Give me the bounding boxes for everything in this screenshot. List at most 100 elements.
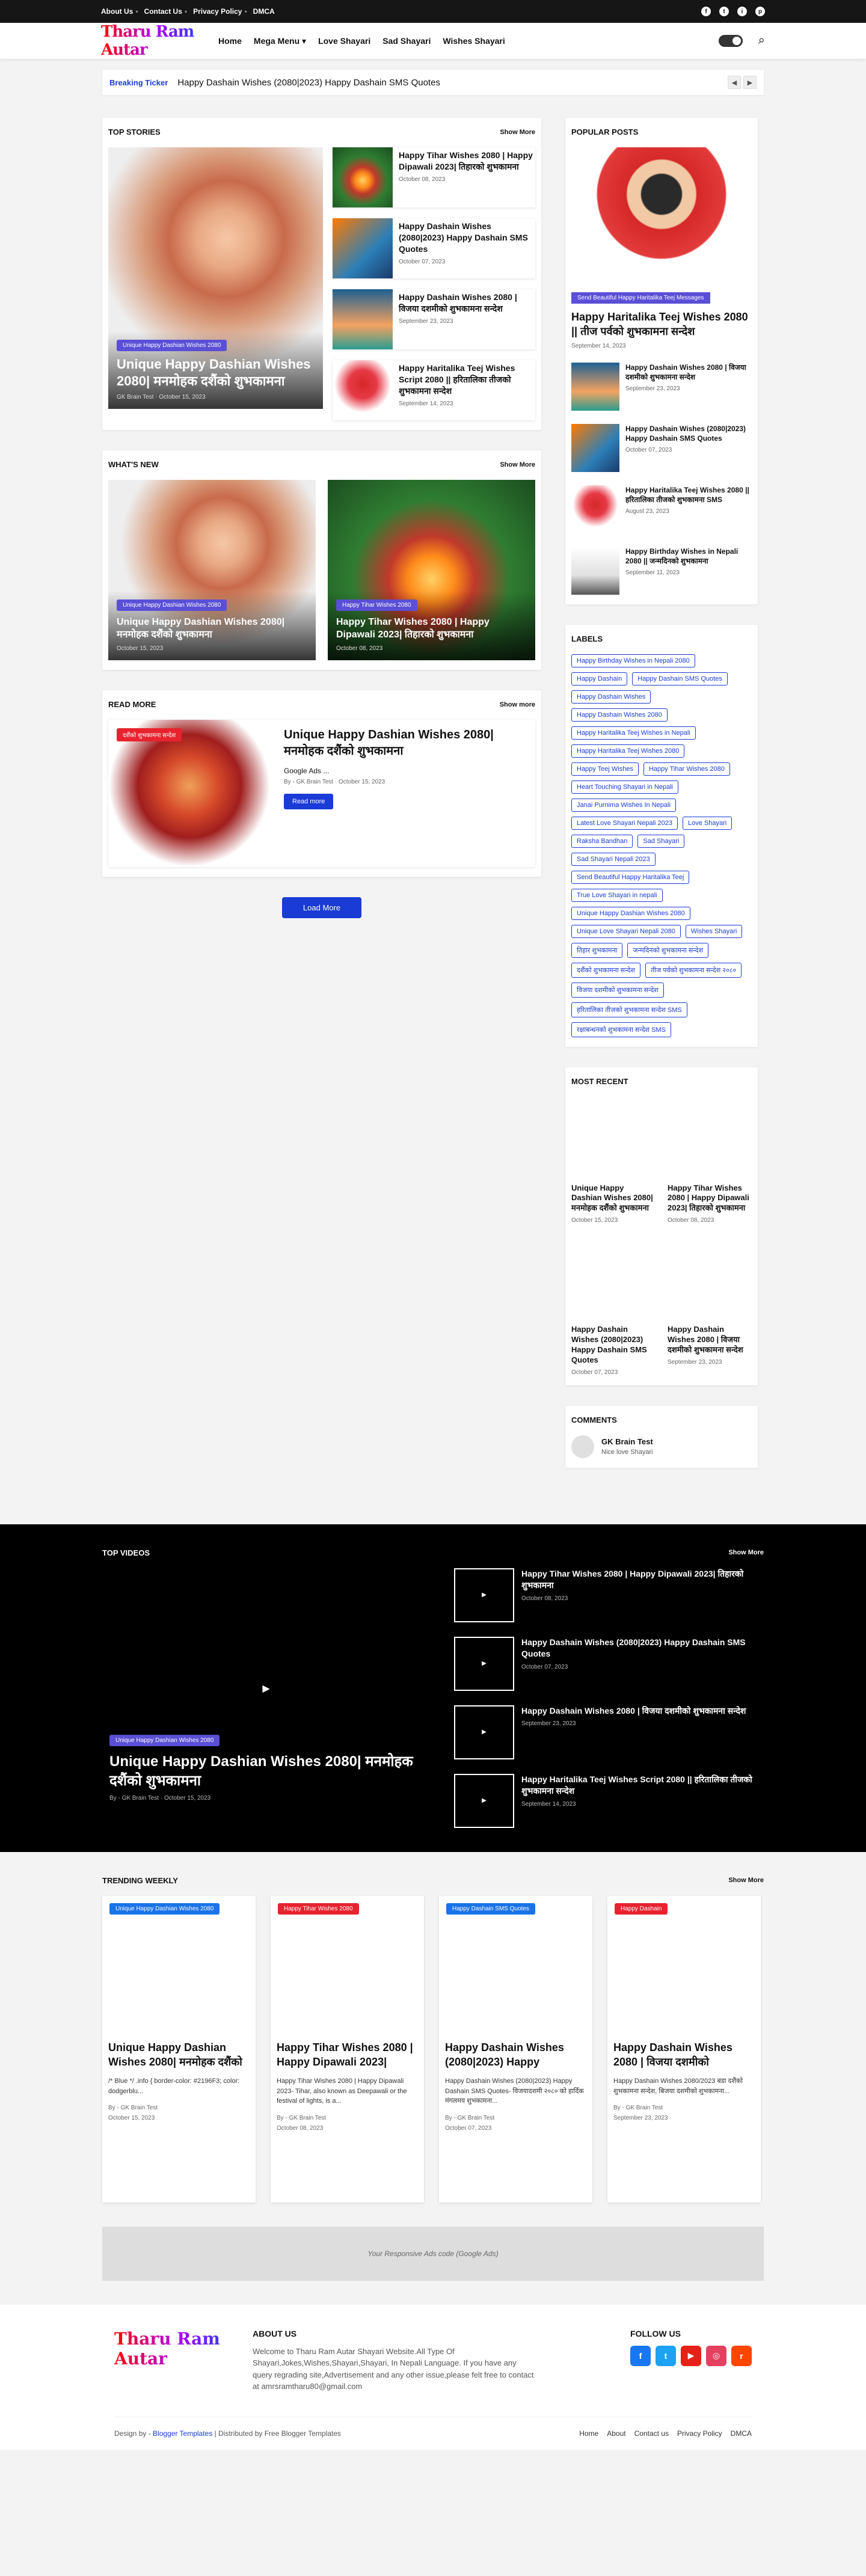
top-link-dmca[interactable]: DMCA: [253, 7, 275, 16]
post-title[interactable]: Happy Dashain Wishes 2080 | विजया दशमीको…: [625, 363, 752, 382]
post-title[interactable]: Happy Dashain Wishes (2080|2023) Happy D…: [521, 1637, 764, 1660]
post-thumbnail[interactable]: Send Beautiful Happy Haritalika Teej Mes…: [571, 147, 752, 304]
list-item[interactable]: ▶ Happy Tihar Wishes 2080 | Happy Dipawal…: [454, 1568, 764, 1622]
twitter-icon[interactable]: t: [656, 2345, 676, 2366]
list-item[interactable]: Unique Happy Dashian Wishes 2080| मनमोहक…: [571, 1096, 656, 1224]
blogger-templates-link[interactable]: Blogger Templates: [153, 2429, 212, 2438]
category-badge[interactable]: Happy Tihar Wishes 2080: [278, 1903, 359, 1915]
label-tag[interactable]: Happy Teej Wishes: [571, 762, 639, 776]
post-thumbnail[interactable]: Happy Dashain: [607, 1896, 761, 2034]
dark-mode-toggle[interactable]: [718, 34, 743, 47]
play-icon[interactable]: ▶: [454, 1705, 514, 1759]
nav-home[interactable]: Home: [218, 36, 242, 46]
post-title[interactable]: Unique Happy Dashian Wishes 2080| मनमोहक…: [571, 1183, 656, 1214]
post-title[interactable]: Happy Tihar Wishes 2080 | Happy Dipawali…: [277, 2040, 418, 2070]
play-icon[interactable]: ▶: [454, 1568, 514, 1622]
post-thumbnail[interactable]: [668, 1096, 752, 1180]
label-tag[interactable]: Happy Haritalika Teej Wishes in Nepali: [571, 726, 696, 740]
post-title[interactable]: Happy Dashain Wishes 2080 | विजया दशमीको…: [521, 1705, 746, 1717]
list-item[interactable]: Happy Dashain Wishes 2080 | विजया दशमीको…: [571, 362, 752, 411]
load-more-button[interactable]: Load More: [282, 897, 361, 918]
pinterest-icon[interactable]: p: [755, 7, 765, 16]
search-icon[interactable]: ⌕: [758, 34, 765, 48]
label-tag[interactable]: Happy Dashain SMS Quotes: [632, 672, 728, 685]
label-tag[interactable]: जन्मदिनको शुभकामना सन्देश: [627, 942, 709, 958]
post-title[interactable]: Happy Dashain Wishes (2080|2023) Happy: [445, 2040, 586, 2070]
featured-video[interactable]: ▶ Unique Happy Dashian Wishes 2080 Uniqu…: [102, 1568, 430, 1809]
label-tag[interactable]: तीज पर्वको शुभकामना सन्देश २०८०: [645, 962, 742, 978]
list-item[interactable]: Happy Dashain Wishes (2080|2023) Happy D…: [333, 218, 535, 278]
post-title[interactable]: Happy Haritalika Teej Wishes 2080 || हरि…: [625, 485, 752, 504]
label-tag[interactable]: Latest Love Shayari Nepali 2023: [571, 816, 678, 830]
post-title[interactable]: Unique Happy Dashian Wishes 2080| मनमोहक…: [284, 727, 530, 759]
comment-item[interactable]: GK Brain Test Nice love Shayari: [571, 1435, 752, 1458]
label-tag[interactable]: Sad Shayari: [637, 834, 685, 848]
label-tag[interactable]: Heart Touching Shayari in Nepali: [571, 780, 678, 794]
show-more-link[interactable]: Show More: [500, 129, 535, 136]
list-item[interactable]: ▶ Happy Dashain Wishes 2080 | विजया दशमीक…: [454, 1705, 764, 1759]
post-thumbnail[interactable]: [571, 423, 619, 472]
category-badge[interactable]: Happy Dashain: [615, 1903, 668, 1915]
footer-link-privacy[interactable]: Privacy Policy: [677, 2429, 722, 2438]
post-title[interactable]: Unique Happy Dashian Wishes 2080| मनमोहक…: [117, 356, 315, 390]
post-thumbnail[interactable]: [333, 218, 393, 278]
label-tag[interactable]: दशैंको शुभकामना सन्देश: [571, 962, 640, 978]
post-title[interactable]: Happy Tihar Wishes 2080 | Happy Dipawali…: [521, 1568, 764, 1592]
footer-link-dmca[interactable]: DMCA: [731, 2429, 752, 2438]
list-item[interactable]: Happy Tihar Wishes 2080 | Happy Dipawali…: [668, 1096, 752, 1224]
post-title[interactable]: Unique Happy Dashian Wishes 2080| मनमोहक…: [117, 616, 307, 642]
post-thumbnail[interactable]: [571, 1238, 656, 1322]
post-title[interactable]: Happy Dashain Wishes (2080|2023) Happy D…: [625, 424, 752, 443]
facebook-icon[interactable]: f: [701, 7, 711, 16]
list-item[interactable]: Happy Birthday Wishes in Nepali 2080 || …: [571, 546, 752, 595]
facebook-icon[interactable]: f: [630, 2345, 651, 2366]
ticker-prev-icon[interactable]: ◀: [728, 76, 741, 89]
post-thumbnail[interactable]: [333, 360, 393, 420]
post-thumbnail[interactable]: दशैंको शुभकामना सन्देश: [108, 720, 271, 867]
show-more-link[interactable]: Show More: [728, 1549, 764, 1556]
post-title[interactable]: Happy Tihar Wishes 2080 | Happy Dipawali…: [399, 147, 535, 173]
post-thumbnail[interactable]: [571, 362, 619, 411]
label-tag[interactable]: True Love Shayari in nepali: [571, 888, 663, 902]
post-title[interactable]: Happy Tihar Wishes 2080 | Happy Dipawali…: [668, 1183, 752, 1214]
list-item[interactable]: Happy Dashain Wishes (2080|2023) Happy D…: [571, 1238, 656, 1376]
nav-mega-menu[interactable]: Mega Menu ▾: [254, 36, 306, 46]
post-thumbnail[interactable]: Happy Dashain SMS Quotes: [439, 1896, 592, 2034]
youtube-icon[interactable]: ▶: [681, 2345, 701, 2366]
list-item[interactable]: ▶ Happy Haritalika Teej Wishes Script 208…: [454, 1773, 764, 1828]
site-logo[interactable]: Tharu Ram Autar: [101, 23, 212, 59]
footer-link-home[interactable]: Home: [579, 2429, 598, 2438]
top-link-privacy[interactable]: Privacy Policy: [193, 7, 242, 16]
nav-wishes-shayari[interactable]: Wishes Shayari: [443, 36, 505, 46]
post-title[interactable]: Happy Dashain Wishes (2080|2023) Happy D…: [399, 218, 535, 255]
label-tag[interactable]: Love Shayari: [683, 816, 732, 830]
label-tag[interactable]: तिहार शुभकामना: [571, 942, 623, 958]
post-thumbnail[interactable]: [571, 546, 619, 595]
post-title[interactable]: Happy Haritalika Teej Wishes 2080 || तीज…: [571, 310, 752, 339]
category-badge[interactable]: Unique Happy Dashian Wishes 2080: [117, 599, 227, 611]
label-tag[interactable]: Happy Tihar Wishes 2080: [643, 762, 730, 776]
post-thumbnail[interactable]: [333, 289, 393, 349]
category-badge[interactable]: Unique Happy Dashian Wishes 2080: [109, 1735, 220, 1747]
post-title[interactable]: Happy Dashain Wishes (2080|2023) Happy D…: [571, 1325, 656, 1366]
post-card[interactable]: Happy Tihar Wishes 2080 Happy Tihar Wishe…: [271, 1895, 424, 2203]
read-more-button[interactable]: Read more: [284, 794, 334, 809]
post-thumbnail[interactable]: Happy Tihar Wishes 2080: [271, 1896, 424, 2034]
label-tag[interactable]: Wishes Shayari: [685, 924, 743, 938]
label-tag[interactable]: Unique Love Shayari Nepali 2080: [571, 924, 681, 938]
post-title[interactable]: Happy Haritalika Teej Wishes Script 2080…: [521, 1774, 764, 1797]
list-item[interactable]: Happy Dashain Wishes 2080 | विजया दशमीको…: [668, 1238, 752, 1376]
label-tag[interactable]: रक्षाबन्धनको शुभकामना सन्देश SMS: [571, 1022, 671, 1037]
post-title[interactable]: Unique Happy Dashian Wishes 2080| मनमोहक…: [109, 1752, 430, 1791]
post-title[interactable]: Happy Birthday Wishes in Nepali 2080 || …: [625, 547, 752, 566]
post-title[interactable]: Unique Happy Dashian Wishes 2080| मनमोहक…: [108, 2040, 250, 2070]
category-badge[interactable]: Send Beautiful Happy Haritalika Teej Mes…: [571, 292, 710, 304]
list-item[interactable]: ▶ Happy Dashain Wishes (2080|2023) Happy …: [454, 1636, 764, 1691]
post-thumbnail[interactable]: [333, 147, 393, 207]
label-tag[interactable]: विजया दशमीको शुभकामना सन्देश: [571, 982, 664, 998]
post-thumbnail[interactable]: Unique Happy Dashian Wishes 2080: [102, 1896, 256, 2034]
list-item[interactable]: Happy Dashain Wishes (2080|2023) Happy D…: [571, 423, 752, 472]
reddit-icon[interactable]: r: [731, 2345, 752, 2366]
post-card[interactable]: Happy Dashain SMS Quotes Happy Dashain Wi…: [439, 1895, 592, 2203]
footer-link-about[interactable]: About: [607, 2429, 625, 2438]
